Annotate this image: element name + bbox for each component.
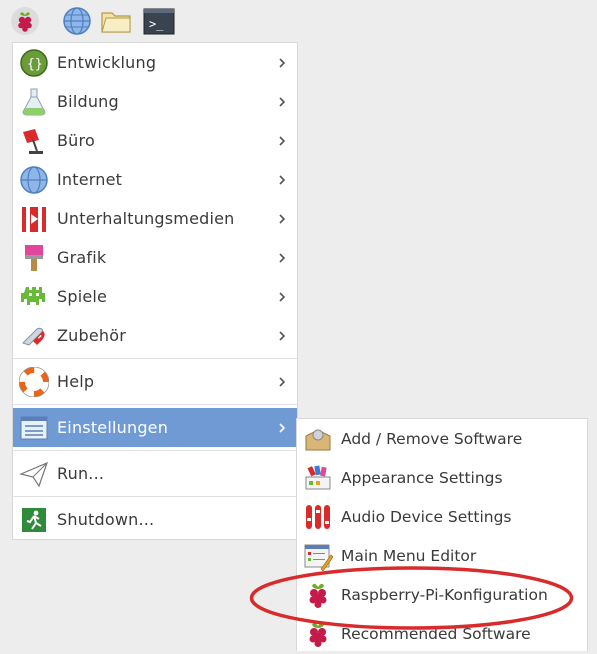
svg-text:{}: {} — [27, 57, 43, 72]
submenu-item-label: Add / Remove Software — [341, 430, 523, 448]
chevron-right-icon — [279, 96, 286, 107]
submenu-item-label: Main Menu Editor — [341, 547, 477, 565]
menu-editor-icon — [304, 544, 333, 571]
menu-item-grafik[interactable]: Grafik — [13, 238, 297, 277]
submenu-item-label: Recommended Software — [341, 625, 531, 643]
exit-running-man-icon — [22, 508, 46, 532]
terminal-icon: >_ — [143, 8, 175, 35]
menu-item-label: Shutdown... — [57, 510, 155, 529]
taskbar: >_ — [0, 0, 597, 40]
submenu-item-label: Appearance Settings — [341, 469, 503, 487]
main-menu: {} Entwicklung Bildung Büro Internet Unt… — [12, 42, 298, 540]
chevron-right-icon — [279, 422, 286, 433]
raspberry-icon — [309, 622, 327, 647]
chevron-right-icon — [279, 135, 286, 146]
education-flask-icon — [22, 88, 46, 116]
accessories-knife-icon — [22, 327, 45, 346]
raspberry-menu-button[interactable] — [10, 6, 40, 36]
chevron-right-icon — [279, 291, 286, 302]
package-box-icon — [305, 429, 331, 451]
menu-item-label: Internet — [57, 170, 123, 189]
menu-item-bildung[interactable]: Bildung — [13, 82, 297, 121]
office-lamp-icon — [23, 129, 43, 154]
menu-item-label: Help — [57, 372, 95, 391]
menu-item-help[interactable]: Help — [13, 362, 297, 401]
settings-icon — [20, 416, 48, 440]
menu-item-label: Bildung — [57, 92, 119, 111]
menu-item-label: Zubehör — [57, 326, 127, 345]
menu-item-unterhaltungsmedien[interactable]: Unterhaltungsmedien — [13, 199, 297, 238]
menu-item-spiele[interactable]: Spiele — [13, 277, 297, 316]
media-icon — [22, 207, 46, 232]
chevron-right-icon — [279, 330, 286, 341]
paintbrush-icon — [25, 245, 43, 271]
audio-sliders-icon — [306, 505, 330, 529]
chevron-right-icon — [279, 213, 286, 224]
chevron-right-icon — [279, 252, 286, 263]
submenu-item-label: Raspberry-Pi-Konfiguration — [341, 586, 548, 604]
menu-item-entwicklung[interactable]: {} Entwicklung — [13, 43, 297, 82]
menu-item-label: Büro — [57, 131, 95, 150]
submenu-item-main-menu-editor[interactable]: Main Menu Editor — [297, 537, 587, 576]
settings-submenu: Add / Remove Software Appearance Setting… — [296, 418, 588, 651]
menu-separator — [13, 404, 297, 405]
menu-item-buero[interactable]: Büro — [13, 121, 297, 160]
menu-item-label: Unterhaltungsmedien — [57, 209, 235, 228]
submenu-item-appearance-settings[interactable]: Appearance Settings — [297, 459, 587, 498]
globe-icon — [20, 166, 48, 194]
raspberry-icon — [309, 583, 327, 608]
chevron-right-icon — [279, 174, 286, 185]
menu-item-internet[interactable]: Internet — [13, 160, 297, 199]
svg-text:>_: >_ — [149, 17, 164, 31]
folder-icon — [101, 12, 131, 33]
submenu-item-add-remove-software[interactable]: Add / Remove Software — [297, 420, 587, 459]
menu-item-zubehoer[interactable]: Zubehör — [13, 316, 297, 355]
game-invader-icon — [21, 287, 45, 305]
menu-item-label: Entwicklung — [57, 53, 157, 72]
submenu-item-raspberry-pi-konfiguration[interactable]: Raspberry-Pi-Konfiguration — [297, 576, 587, 615]
globe-icon — [63, 7, 91, 35]
menu-item-label: Grafik — [57, 248, 107, 267]
lifebuoy-icon — [19, 367, 49, 397]
submenu-item-audio-device-settings[interactable]: Audio Device Settings — [297, 498, 587, 537]
palette-icon — [305, 465, 331, 490]
menu-separator — [13, 496, 297, 497]
chevron-right-icon — [279, 57, 286, 68]
menu-item-label: Einstellungen — [57, 418, 169, 437]
menu-item-shutdown[interactable]: Shutdown... — [13, 500, 297, 539]
menu-item-label: Spiele — [57, 287, 108, 306]
submenu-item-label: Audio Device Settings — [341, 508, 512, 526]
chevron-right-icon — [279, 376, 286, 387]
raspberry-icon — [11, 7, 39, 35]
development-icon: {} — [20, 49, 48, 77]
menu-item-run[interactable]: Run... — [13, 454, 297, 493]
paper-plane-icon — [19, 461, 49, 488]
menu-separator — [13, 358, 297, 359]
terminal-button[interactable]: >_ — [143, 6, 175, 36]
menu-separator — [13, 450, 297, 451]
browser-launch-button[interactable] — [62, 6, 92, 36]
submenu-item-recommended-software[interactable]: Recommended Software — [297, 615, 587, 654]
menu-item-label: Run... — [57, 464, 105, 483]
file-manager-button[interactable] — [100, 6, 131, 36]
menu-item-einstellungen[interactable]: Einstellungen — [13, 408, 297, 447]
